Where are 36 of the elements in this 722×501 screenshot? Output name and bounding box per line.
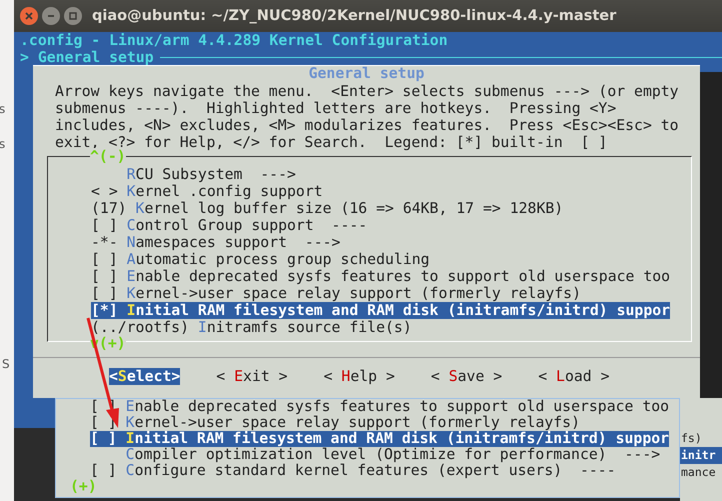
menu-item[interactable]: [ ] Kernel->user space relay support (formerly relayfs) bbox=[91, 285, 581, 302]
menu-button[interactable]: <Select> bbox=[109, 368, 180, 385]
menu-button[interactable]: < Exit > bbox=[216, 368, 288, 385]
maximize-icon bbox=[68, 11, 78, 21]
menu-item[interactable]: -*- Namespaces support ---> bbox=[91, 234, 340, 251]
breadcrumb: > General setup bbox=[20, 49, 154, 66]
text-fragment: s bbox=[0, 137, 6, 151]
maximize-button[interactable] bbox=[64, 7, 82, 25]
text-fragment: S bbox=[2, 357, 10, 371]
text-fragment: initr bbox=[680, 447, 722, 464]
menu-item[interactable]: [ ] Automatic process group scheduling bbox=[91, 251, 430, 268]
text-fragment: s bbox=[0, 102, 6, 116]
menu-item[interactable]: (../rootfs) Initramfs source file(s) bbox=[91, 319, 412, 336]
window-title: qiao@ubuntu: ~/ZY_NUC980/2Kernel/NUC980-linux-4.4.y-master bbox=[92, 8, 616, 24]
menu-item[interactable]: < > Kernel .config support bbox=[91, 183, 323, 200]
menu-item[interactable]: [ ] Initial RAM filesystem and RAM disk (initramfs/initrd) suppor bbox=[90, 431, 670, 447]
menu-item[interactable]: [ ] Enable deprecated sysfs features to support old userspace too bbox=[91, 268, 670, 285]
help-text: Arrow keys navigate the menu. <Enter> selects submenus ---> (or empty submenus ----). Highlighted letters are hotkeys. Pressing <Y> includes, <N> excludes, <M> modularizes features. Press <Esc><Esc> to exit, <?> for Help, </> for Search. Legend: [*] built-in [ ] bbox=[55, 83, 680, 151]
menu-button[interactable]: < Load > bbox=[538, 368, 610, 385]
scroll-indicator: ^(-) bbox=[90, 148, 126, 165]
scroll-indicator: (+) bbox=[70, 479, 98, 495]
text-fragment: mance bbox=[680, 464, 717, 481]
menu-item[interactable]: [*] Initial RAM filesystem and RAM disk (initramfs/initrd) suppor bbox=[91, 302, 670, 319]
close-button[interactable] bbox=[20, 7, 38, 25]
minimize-button[interactable] bbox=[42, 7, 60, 25]
menu-item[interactable]: [ ] Control Group support ---- bbox=[91, 217, 368, 234]
close-icon bbox=[24, 11, 34, 21]
menu-item[interactable]: Compiler optimization level (Optimize for performance) ---> bbox=[90, 447, 660, 463]
menu-button[interactable]: < Save > bbox=[430, 368, 502, 385]
menu-item[interactable]: RCU Subsystem ---> bbox=[91, 166, 296, 183]
menu-button[interactable]: < Help > bbox=[324, 368, 395, 385]
menu-item[interactable]: [ ] Configure standard kernel features (expert users) ---- bbox=[90, 463, 616, 479]
menu-item[interactable]: (17) Kernel log buffer size (16 => 64KB, 17 => 128KB) bbox=[91, 200, 564, 217]
dialog-title: General setup bbox=[308, 66, 424, 82]
text-fragment: fs) bbox=[680, 430, 703, 447]
config-header: .config - Linux/arm 4.4.289 Kernel Configuration bbox=[20, 32, 449, 49]
